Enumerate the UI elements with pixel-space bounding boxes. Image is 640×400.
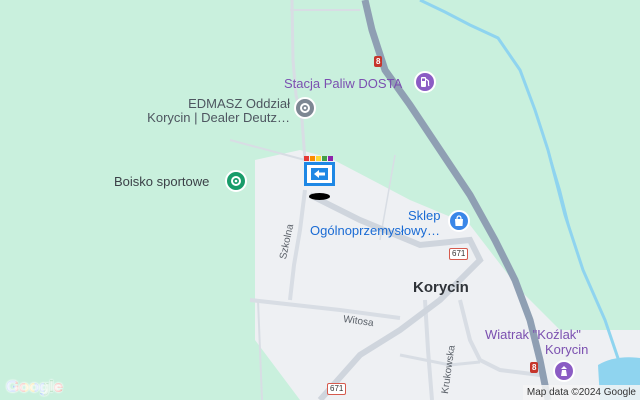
poi-label-dealer-line2[interactable]: Korycin | Dealer Deutz… — [140, 110, 290, 126]
dealer-pin[interactable] — [294, 97, 316, 119]
road-west — [229, 139, 306, 161]
gas-station-pin[interactable] — [414, 71, 436, 93]
marker-icon — [304, 156, 335, 186]
shop-pin[interactable] — [448, 210, 470, 232]
route-671-shield: 671 — [327, 383, 347, 395]
poi-label-pitch[interactable]: Boisko sportowe — [114, 174, 209, 190]
windmill-pin[interactable] — [553, 360, 575, 382]
google-logo-text: Google — [6, 377, 63, 396]
google-logo: Google — [6, 377, 63, 397]
landmark-icon — [561, 366, 567, 376]
map-canvas[interactable]: 8 8 671 671 Szkolna Witosa Krukowska Kor… — [0, 0, 640, 400]
poi-label-windmill-line1[interactable]: Wiatrak "Koźlak" — [485, 327, 581, 343]
park-icon — [231, 176, 241, 186]
pitch-pin[interactable] — [225, 170, 247, 192]
route-8-shield: 8 — [530, 362, 539, 373]
shopping-bag-icon — [455, 215, 463, 226]
town-label[interactable]: Korycin — [413, 279, 469, 296]
route-8-shield: 8 — [374, 56, 383, 67]
poi-label-gas-station[interactable]: Stacja Paliw DOSTA — [284, 76, 402, 92]
river-branch — [547, 149, 571, 231]
poi-label-shop-line1[interactable]: Sklep — [408, 208, 441, 224]
poi-label-windmill-line2[interactable]: Korycin — [545, 342, 588, 358]
poi-label-shop-line2[interactable]: Ogólnoprzemysłowy… — [310, 223, 440, 239]
fuel-pump-icon — [421, 77, 430, 87]
location-marker[interactable] — [303, 155, 336, 189]
route-671-shield: 671 — [449, 248, 469, 260]
marker-shadow — [309, 193, 330, 200]
map-attribution[interactable]: Map data ©2024 Google — [522, 385, 640, 400]
place-icon — [300, 103, 310, 113]
